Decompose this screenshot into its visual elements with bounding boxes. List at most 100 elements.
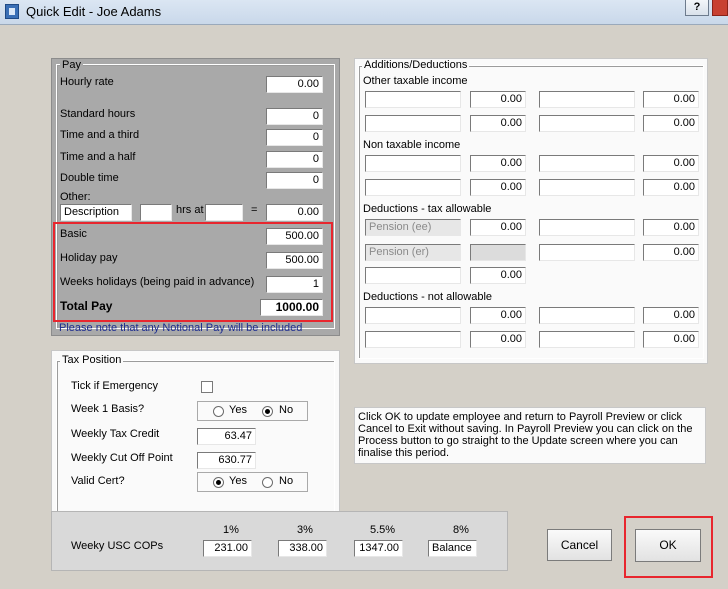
- time-and-third-label: Time and a third: [60, 129, 140, 141]
- other-taxable-desc-1[interactable]: [365, 91, 461, 108]
- pension-ee-field: Pension (ee): [365, 219, 461, 236]
- valid-cert-no-label: No: [279, 475, 294, 487]
- not-allowable-desc-2[interactable]: [539, 307, 635, 324]
- usc-value-3[interactable]: 1347.00: [354, 540, 403, 557]
- other-description-field[interactable]: Description: [60, 204, 132, 221]
- usc-value-1[interactable]: 231.00: [203, 540, 252, 557]
- emergency-label: Tick if Emergency: [71, 380, 159, 392]
- tax-legend: Tax Position: [60, 354, 124, 366]
- tax-credit-label: Weekly Tax Credit: [71, 428, 160, 440]
- emergency-checkbox[interactable]: [201, 381, 213, 393]
- not-allowable-label: Deductions - not allowable: [363, 291, 493, 303]
- hourly-rate-field[interactable]: 0.00: [266, 76, 323, 93]
- usc-value-2[interactable]: 338.00: [278, 540, 327, 557]
- usc-rate-3: 5.5%: [370, 524, 396, 536]
- not-allowable-amount-4[interactable]: 0.00: [643, 331, 699, 348]
- time-and-half-label: Time and a half: [60, 151, 136, 163]
- tax-allowable-desc-2[interactable]: [539, 219, 635, 236]
- not-allowable-amount-1[interactable]: 0.00: [470, 307, 526, 324]
- not-allowable-desc-3[interactable]: [365, 331, 461, 348]
- info-box: Click OK to update employee and return t…: [354, 407, 706, 464]
- week1-no-radio[interactable]: [262, 406, 273, 417]
- double-time-label: Double time: [60, 172, 119, 184]
- dialog-body: Pay Hourly rate 0.00 Standard hours 0 Ti…: [0, 25, 728, 589]
- not-allowable-amount-2[interactable]: 0.00: [643, 307, 699, 324]
- other-taxable-amount-3[interactable]: 0.00: [470, 115, 526, 132]
- standard-hours-field[interactable]: 0: [266, 108, 323, 125]
- valid-cert-label: Valid Cert?: [71, 475, 125, 487]
- non-taxable-amount-2[interactable]: 0.00: [643, 155, 699, 172]
- hrs-at-label: hrs at: [176, 204, 204, 216]
- week1-yes-label: Yes: [229, 404, 247, 416]
- other-taxable-amount-1[interactable]: 0.00: [470, 91, 526, 108]
- non-taxable-desc-3[interactable]: [365, 179, 461, 196]
- non-taxable-label: Non taxable income: [363, 139, 461, 151]
- other-taxable-amount-2[interactable]: 0.00: [643, 91, 699, 108]
- help-button[interactable]: ?: [685, 0, 709, 16]
- tax-allowable-amount-2[interactable]: 0.00: [643, 219, 699, 236]
- usc-rate-2: 3%: [297, 524, 313, 536]
- usc-label: Weeky USC COPs: [71, 540, 164, 552]
- non-taxable-amount-4[interactable]: 0.00: [643, 179, 699, 196]
- pension-er-amount: [470, 244, 526, 261]
- non-taxable-amount-1[interactable]: 0.00: [470, 155, 526, 172]
- cancel-button[interactable]: Cancel: [547, 529, 612, 561]
- cutoff-field[interactable]: 630.77: [197, 452, 256, 469]
- equals-label: =: [251, 204, 258, 216]
- other-rate-field[interactable]: [205, 204, 243, 221]
- pension-ee-amount[interactable]: 0.00: [470, 219, 526, 236]
- non-taxable-amount-3[interactable]: 0.00: [470, 179, 526, 196]
- usc-panel: Weeky USC COPs 1% 231.00 3% 338.00 5.5% …: [51, 511, 508, 571]
- week1-yes-radio[interactable]: [213, 406, 224, 417]
- not-allowable-desc-1[interactable]: [365, 307, 461, 324]
- tax-allowable-amount-3[interactable]: 0.00: [643, 244, 699, 261]
- additions-panel: Additions/Deductions Other taxable incom…: [354, 58, 708, 364]
- close-button[interactable]: [712, 0, 728, 16]
- time-and-half-field[interactable]: 0: [266, 151, 323, 168]
- week1-radio-group: Yes No: [197, 401, 308, 421]
- other-taxable-desc-3[interactable]: [365, 115, 461, 132]
- valid-cert-yes-radio[interactable]: [213, 477, 224, 488]
- not-allowable-amount-3[interactable]: 0.00: [470, 331, 526, 348]
- other-taxable-amount-4[interactable]: 0.00: [643, 115, 699, 132]
- valid-cert-radio-group: Yes No: [197, 472, 308, 492]
- additions-legend: Additions/Deductions: [362, 59, 470, 71]
- cutoff-label: Weekly Cut Off Point: [71, 452, 173, 464]
- tax-panel: Tax Position Tick if Emergency Week 1 Ba…: [51, 350, 340, 524]
- tax-allowable-amount-4[interactable]: 0.00: [470, 267, 526, 284]
- week1-no-label: No: [279, 404, 294, 416]
- tax-allowable-label: Deductions - tax allowable: [363, 203, 492, 215]
- app-icon: [5, 4, 19, 19]
- double-time-field[interactable]: 0: [266, 172, 323, 189]
- other-taxable-desc-4[interactable]: [539, 115, 635, 132]
- pension-er-field: Pension (er): [365, 244, 461, 261]
- other-label: Other:: [60, 191, 91, 203]
- usc-rate-4: 8%: [453, 524, 469, 536]
- pay-highlight-box: [53, 222, 333, 322]
- window-title: Quick Edit - Joe Adams: [26, 4, 162, 19]
- usc-rate-1: 1%: [223, 524, 239, 536]
- tax-allowable-desc-3[interactable]: [539, 244, 635, 261]
- tax-allowable-desc-4[interactable]: [365, 267, 461, 284]
- other-taxable-desc-2[interactable]: [539, 91, 635, 108]
- usc-value-4: Balance: [428, 540, 477, 557]
- not-allowable-desc-4[interactable]: [539, 331, 635, 348]
- non-taxable-desc-4[interactable]: [539, 179, 635, 196]
- notional-pay-note: Please note that any Notional Pay will b…: [59, 322, 303, 334]
- pay-legend: Pay: [60, 59, 83, 71]
- standard-hours-label: Standard hours: [60, 108, 136, 120]
- non-taxable-desc-2[interactable]: [539, 155, 635, 172]
- tax-credit-field[interactable]: 63.47: [197, 428, 256, 445]
- other-taxable-label: Other taxable income: [363, 75, 468, 87]
- non-taxable-desc-1[interactable]: [365, 155, 461, 172]
- valid-cert-no-radio[interactable]: [262, 477, 273, 488]
- ok-button[interactable]: OK: [635, 529, 701, 562]
- other-hours-field[interactable]: [140, 204, 172, 221]
- hourly-rate-label: Hourly rate: [60, 76, 114, 88]
- other-amount-field[interactable]: 0.00: [266, 204, 323, 221]
- week1-label: Week 1 Basis?: [71, 403, 145, 415]
- info-text: Click OK to update employee and return t…: [358, 411, 693, 459]
- title-bar: Quick Edit - Joe Adams ?: [0, 0, 728, 25]
- valid-cert-yes-label: Yes: [229, 475, 247, 487]
- time-and-third-field[interactable]: 0: [266, 129, 323, 146]
